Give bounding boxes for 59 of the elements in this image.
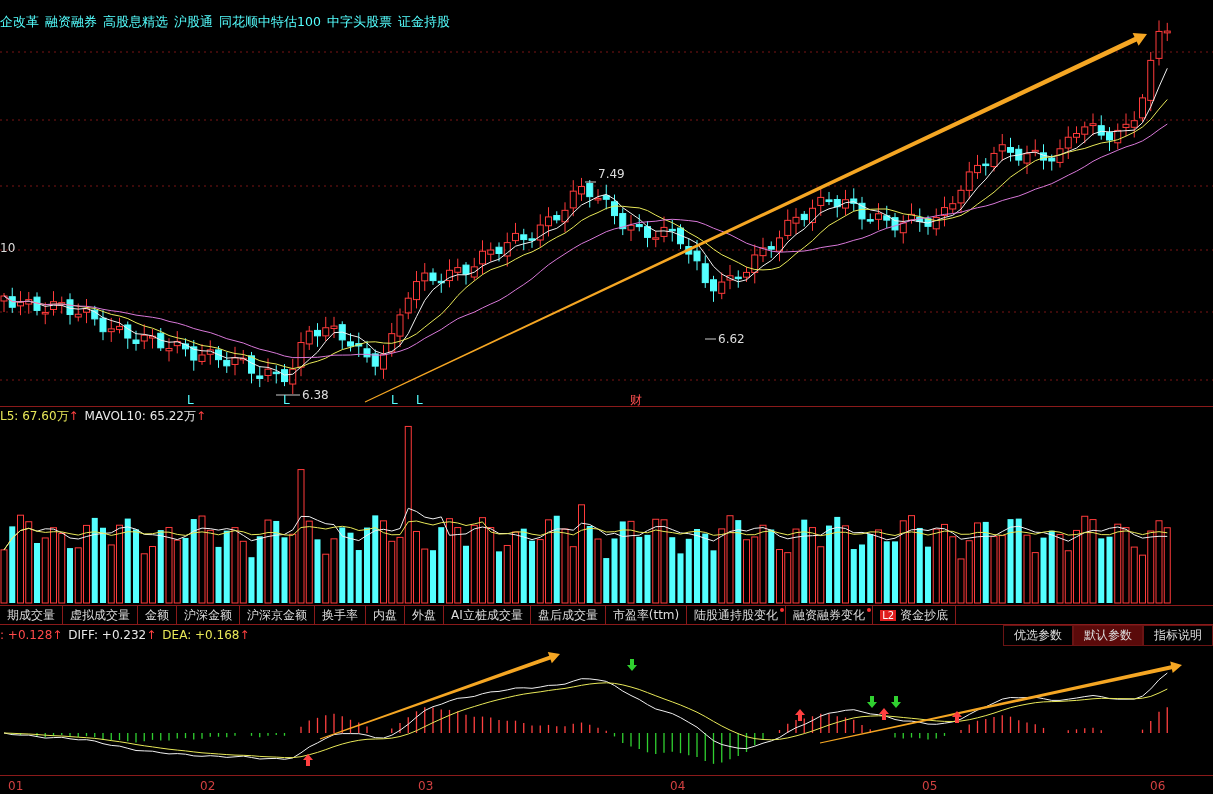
tab-label: 盘后成交量 (537, 606, 598, 624)
indicator-tab[interactable]: 盘后成交量 (530, 606, 606, 625)
tab-label: 内盘 (373, 606, 397, 624)
concept-tag[interactable]: 融资融券 (45, 14, 97, 31)
indicator-tab[interactable]: 市盈率(ttm) (605, 606, 688, 625)
parameter-button[interactable]: 默认参数 (1073, 624, 1143, 646)
concept-tag[interactable]: 证金持股 (397, 14, 450, 31)
indicator-tab[interactable]: 期成交量 (0, 606, 63, 625)
month-label: 05 (922, 779, 938, 794)
tab-label: 期成交量 (7, 606, 55, 624)
indicator-tab[interactable]: L2 资金抄底 (873, 606, 957, 625)
parameter-button[interactable]: 指标说明 (1143, 624, 1213, 646)
tab-label: 外盘 (412, 606, 436, 624)
month-label: 01 (8, 779, 24, 794)
tab-label: 沪深金额 (184, 606, 232, 624)
concept-tag[interactable]: 高股息精选 (103, 14, 168, 31)
tab-label: 融资融券变化 (793, 606, 866, 624)
tab-label: 金额 (145, 606, 169, 624)
indicator-tab[interactable]: 外盘 (405, 606, 444, 625)
signal-marker: L (283, 393, 290, 407)
concept-tag[interactable]: 同花顺中特估100 (219, 14, 321, 31)
indicator-value: DIFF: +0.232↑ (68, 628, 157, 643)
concept-tag[interactable]: 中字头股票 (326, 14, 392, 31)
report-marker: 财 (630, 393, 642, 407)
parameter-button[interactable]: 优选参数 (1003, 624, 1073, 646)
tab-label: 资金抄底 (900, 606, 949, 624)
indicator-tab[interactable]: 金额 (138, 606, 177, 625)
level-badge: L2 (880, 609, 897, 621)
price-label: 6.38 (302, 388, 329, 402)
month-label: 04 (670, 779, 686, 794)
price-label: 6.62 (718, 332, 745, 346)
indicator-tab[interactable]: 虚拟成交量 (63, 606, 138, 625)
tab-label: 市盈率(ttm) (612, 606, 680, 624)
indicator-value: L5: 67.60万↑ (0, 407, 79, 425)
indicator-tab[interactable]: 内盘 (366, 606, 405, 625)
indicator-tab[interactable]: 融资融券变化 (786, 606, 874, 625)
month-label: 02 (200, 779, 216, 794)
indicator-tab[interactable]: 沪深金额 (177, 606, 240, 625)
signal-marker: L (416, 393, 423, 407)
indicator-tab[interactable]: 沪深京金额 (240, 606, 315, 625)
indicator-value: MAVOL10: 65.22万↑ (84, 407, 207, 425)
signal-marker: L (391, 393, 398, 407)
month-label: 03 (418, 779, 434, 794)
tab-label: 陆股通持股变化 (694, 606, 779, 624)
price-label: 7.49 (598, 167, 625, 181)
indicator-value: : +0.128↑ (0, 628, 63, 643)
tab-label: 虚拟成交量 (70, 606, 130, 624)
axis-label: 10 (0, 241, 16, 255)
indicator-tab[interactable]: 陆股通持股变化 (687, 606, 787, 625)
signal-marker: L (187, 393, 194, 407)
tab-label: 沪深京金额 (247, 606, 307, 624)
tab-label: 换手率 (322, 606, 358, 624)
month-label: 06 (1150, 779, 1166, 794)
indicator-tab[interactable]: 换手率 (315, 606, 366, 625)
indicator-value: DEA: +0.168↑ (162, 628, 250, 643)
concept-tag[interactable]: 企改革 (0, 14, 39, 31)
indicator-tab[interactable]: AI立桩成交量 (444, 606, 531, 625)
concept-tag[interactable]: 沪股通 (174, 14, 213, 31)
tab-label: AI立桩成交量 (451, 606, 523, 624)
